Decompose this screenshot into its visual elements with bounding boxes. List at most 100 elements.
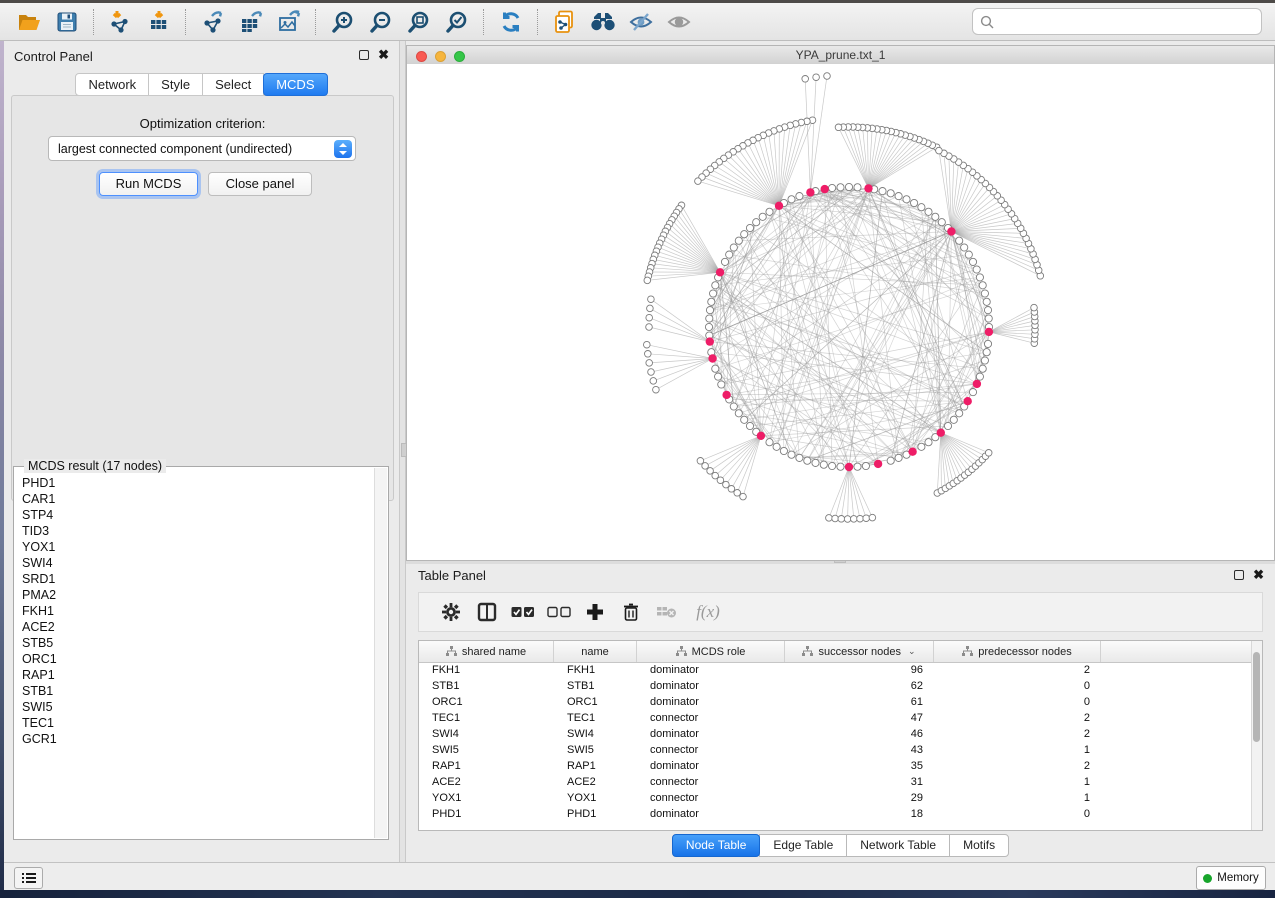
search-field[interactable] <box>972 8 1262 35</box>
tab-node-table[interactable]: Node Table <box>672 834 761 857</box>
mcds-result-item[interactable]: STB1 <box>15 683 374 699</box>
mcds-result-item[interactable]: ACE2 <box>15 619 374 635</box>
table-row[interactable]: RAP1RAP1dominator352 <box>419 758 1252 774</box>
close-panel-icon[interactable]: ✖ <box>1253 570 1264 580</box>
tab-style[interactable]: Style <box>148 73 203 96</box>
cell-shared-name: PHD1 <box>419 806 554 822</box>
import-network-button[interactable] <box>106 8 136 36</box>
close-panel-button[interactable]: Close panel <box>208 172 312 196</box>
column-header-predecessor-nodes[interactable]: predecessor nodes <box>934 641 1101 662</box>
graph-ring-node <box>918 443 925 450</box>
gear-icon <box>441 602 461 622</box>
run-mcds-button[interactable]: Run MCDS <box>99 172 198 196</box>
graph-leaf-nodes[interactable] <box>644 73 1044 523</box>
table-scrollbar-thumb[interactable] <box>1253 652 1260 742</box>
hide-graphics-button[interactable] <box>626 8 656 36</box>
table-row[interactable]: ACE2ACE2connector311 <box>419 774 1252 790</box>
mcds-result-item[interactable]: SWI4 <box>15 555 374 571</box>
network-window-titlebar[interactable]: YPA_prune.txt_1 <box>407 46 1274 65</box>
table-row[interactable]: TEC1TEC1connector472 <box>419 710 1252 726</box>
zoom-in-button[interactable] <box>328 8 358 36</box>
mcds-result-item[interactable]: TID3 <box>15 523 374 539</box>
tab-select[interactable]: Select <box>202 73 264 96</box>
mcds-result-item[interactable]: FKH1 <box>15 603 374 619</box>
float-panel-icon[interactable] <box>359 50 369 60</box>
zoom-selected-button[interactable] <box>442 8 472 36</box>
binoculars-icon <box>588 9 618 35</box>
add-column-button[interactable] <box>577 602 613 622</box>
refresh-button[interactable] <box>496 8 526 36</box>
fx-icon: f(x) <box>696 602 720 622</box>
export-table-button[interactable] <box>236 8 266 36</box>
mcds-result-item[interactable]: TEC1 <box>15 715 374 731</box>
mcds-result-item[interactable]: CAR1 <box>15 491 374 507</box>
zoom-fit-button[interactable] <box>404 8 434 36</box>
float-panel-icon[interactable] <box>1234 570 1244 580</box>
save-session-button[interactable] <box>52 8 82 36</box>
mcds-result-item[interactable]: PHD1 <box>15 475 374 491</box>
table-row[interactable]: YOX1YOX1connector291 <box>419 790 1252 806</box>
column-header-MCDS-role[interactable]: MCDS role <box>637 641 785 662</box>
open-file-button[interactable] <box>14 8 44 36</box>
cell-successor-nodes: 43 <box>785 742 934 758</box>
export-image-button[interactable] <box>274 8 304 36</box>
table-row[interactable]: STB1STB1dominator620 <box>419 678 1252 694</box>
vertical-splitter[interactable] <box>399 41 406 862</box>
mcds-result-item[interactable]: PMA2 <box>15 587 374 603</box>
graph-hub-node <box>806 188 814 196</box>
tab-mcds[interactable]: MCDS <box>263 73 327 96</box>
tab-network-table[interactable]: Network Table <box>846 834 950 857</box>
mcds-result-item[interactable]: RAP1 <box>15 667 374 683</box>
close-panel-icon[interactable]: ✖ <box>378 50 389 60</box>
graph-ring-node <box>956 237 963 244</box>
status-menu-button[interactable] <box>14 867 43 889</box>
search-input[interactable] <box>998 11 1261 33</box>
search-network-button[interactable] <box>588 8 618 36</box>
deselect-all-button[interactable] <box>541 605 577 619</box>
delete-column-button[interactable] <box>613 602 649 622</box>
zoom-out-button[interactable] <box>366 8 396 36</box>
memory-button[interactable]: Memory <box>1196 866 1266 890</box>
show-graphics-button[interactable] <box>664 8 694 36</box>
mcds-result-item[interactable]: ORC1 <box>15 651 374 667</box>
table-row[interactable]: FKH1FKH1dominator962 <box>419 662 1252 678</box>
open-file-icon <box>16 9 42 35</box>
table-row[interactable]: ORC1ORC1dominator610 <box>419 694 1252 710</box>
tab-network[interactable]: Network <box>75 73 149 96</box>
column-header-successor-nodes[interactable]: successor nodes⌄ <box>785 641 934 662</box>
mcds-result-item[interactable]: SRD1 <box>15 571 374 587</box>
graph-ring-node <box>735 410 742 417</box>
table-row[interactable]: PHD1PHD1dominator180 <box>419 806 1252 822</box>
toggle-panels-button[interactable] <box>469 602 505 622</box>
cell-name: STB1 <box>554 678 637 694</box>
export-network-button[interactable] <box>198 8 228 36</box>
graph-ring-node <box>911 199 918 206</box>
graph-hub-node <box>757 432 765 440</box>
table-row[interactable]: SWI4SWI4dominator462 <box>419 726 1252 742</box>
network-graph[interactable] <box>407 64 1274 560</box>
optimization-criterion-dropdown[interactable]: largest connected component (undirected) <box>48 136 356 161</box>
mcds-result-item[interactable]: YOX1 <box>15 539 374 555</box>
tab-edge-table[interactable]: Edge Table <box>759 834 847 857</box>
mcds-result-item[interactable]: STP4 <box>15 507 374 523</box>
export-image-icon <box>276 9 302 35</box>
table-scrollbar[interactable] <box>1251 641 1262 830</box>
graph-leaf-node <box>648 369 655 376</box>
graph-hub-node <box>706 337 714 345</box>
column-header-shared-name[interactable]: shared name <box>419 641 554 662</box>
cell-shared-name: RAP1 <box>419 758 554 774</box>
import-table-button[interactable] <box>144 8 174 36</box>
select-all-button[interactable] <box>505 605 541 619</box>
table-options-button[interactable] <box>433 602 469 622</box>
mcds-result-scrollbar[interactable] <box>374 468 387 838</box>
column-header-name[interactable]: name <box>554 641 637 662</box>
mcds-result-item[interactable]: SWI5 <box>15 699 374 715</box>
table-row[interactable]: SWI5SWI5connector431 <box>419 742 1252 758</box>
mcds-result-item[interactable]: STB5 <box>15 635 374 651</box>
tab-motifs[interactable]: Motifs <box>949 834 1009 857</box>
network-canvas[interactable] <box>407 64 1274 560</box>
clone-network-button[interactable] <box>550 8 580 36</box>
mcds-result-item[interactable]: GCR1 <box>15 731 374 747</box>
graph-ring-node <box>981 357 988 364</box>
import-network-icon <box>108 9 134 35</box>
